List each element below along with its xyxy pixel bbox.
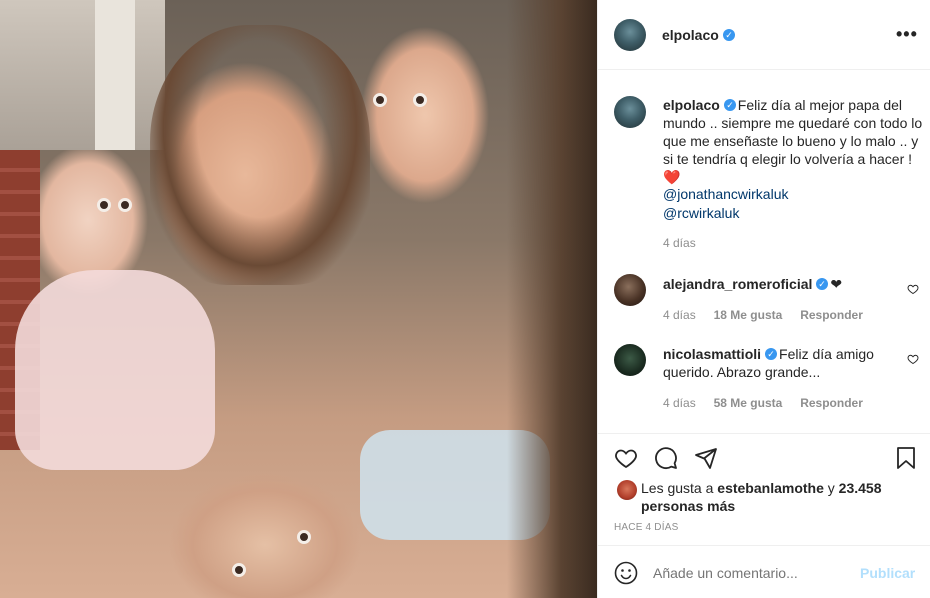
- liker-avatar[interactable]: [617, 480, 637, 500]
- comment-like-heart-icon[interactable]: [907, 353, 919, 365]
- photo-shadow: [507, 0, 597, 598]
- reply-button[interactable]: Responder: [800, 396, 863, 410]
- more-options-icon[interactable]: •••: [896, 25, 918, 43]
- publish-button[interactable]: Publicar: [860, 565, 915, 581]
- comment: nicolasmattioli Feliz día amigo querido. …: [663, 345, 903, 381]
- comment-like-heart-icon[interactable]: [907, 283, 919, 295]
- photo-window: [0, 0, 165, 150]
- verified-badge-icon: ✓: [816, 278, 828, 290]
- comment-likes[interactable]: 18 Me gusta: [714, 308, 783, 322]
- comment-avatar[interactable]: [614, 344, 646, 376]
- emoji-icon[interactable]: [614, 561, 638, 585]
- comment-avatar[interactable]: [614, 274, 646, 306]
- photo-eye: [232, 563, 246, 577]
- heart-icon[interactable]: [614, 446, 638, 470]
- caption: elpolaco Feliz día al mejor papa del mund…: [663, 96, 925, 186]
- bookmark-icon[interactable]: [894, 446, 918, 470]
- post-side-panel: elpolaco ✓ ••• elpolaco Feliz día al mejo…: [598, 0, 930, 598]
- photo-eye: [373, 93, 387, 107]
- photo-window-frame: [95, 0, 135, 150]
- photo-eye: [297, 530, 311, 544]
- post-photo[interactable]: [0, 0, 597, 598]
- caption-author-username[interactable]: elpolaco: [663, 97, 720, 113]
- comment-time[interactable]: 4 días: [663, 308, 696, 322]
- post-date[interactable]: HACE 4 DÍAS: [614, 522, 678, 533]
- photo-eye: [97, 198, 111, 212]
- likes-prefix: Les gusta a: [641, 480, 714, 496]
- photo-baby-dress: [15, 270, 215, 470]
- photo-eye: [413, 93, 427, 107]
- comment-likes[interactable]: 58 Me gusta: [714, 396, 783, 410]
- comment: alejandra_romeroficial ❤: [663, 275, 903, 293]
- verified-badge-icon: ✓: [765, 348, 777, 360]
- add-comment-bar: Publicar: [598, 545, 930, 598]
- caption-author-avatar[interactable]: [614, 96, 646, 128]
- comment-body: ❤: [830, 276, 843, 292]
- comment-time[interactable]: 4 días: [663, 396, 696, 410]
- verified-badge-icon: ✓: [724, 99, 736, 111]
- author-avatar[interactable]: [614, 19, 646, 51]
- comment-input[interactable]: [653, 565, 853, 581]
- post-header: elpolaco ✓ •••: [598, 0, 930, 70]
- verified-badge-icon: ✓: [723, 29, 735, 41]
- comment-username[interactable]: alejandra_romeroficial: [663, 276, 812, 292]
- mention-link[interactable]: @jonathancwirkaluk: [663, 186, 789, 202]
- likes-summary: Les gusta a estebanlamothe y 23.458 pers…: [641, 479, 926, 515]
- share-icon[interactable]: [694, 446, 718, 470]
- reply-button[interactable]: Responder: [800, 308, 863, 322]
- photo-eye: [118, 198, 132, 212]
- liker-username[interactable]: estebanlamothe: [717, 480, 824, 496]
- comment-meta: 4 días 58 Me gusta Responder: [663, 394, 863, 410]
- likes-connector: y: [827, 480, 835, 496]
- comment-username[interactable]: nicolasmattioli: [663, 346, 761, 362]
- mention-link[interactable]: @rcwirkaluk: [663, 205, 739, 221]
- comment-icon[interactable]: [654, 446, 678, 470]
- photo-hair: [150, 25, 370, 285]
- comment-meta: 4 días 18 Me gusta Responder: [663, 306, 863, 322]
- caption-time[interactable]: 4 días: [663, 236, 696, 250]
- author-username[interactable]: elpolaco: [662, 27, 719, 43]
